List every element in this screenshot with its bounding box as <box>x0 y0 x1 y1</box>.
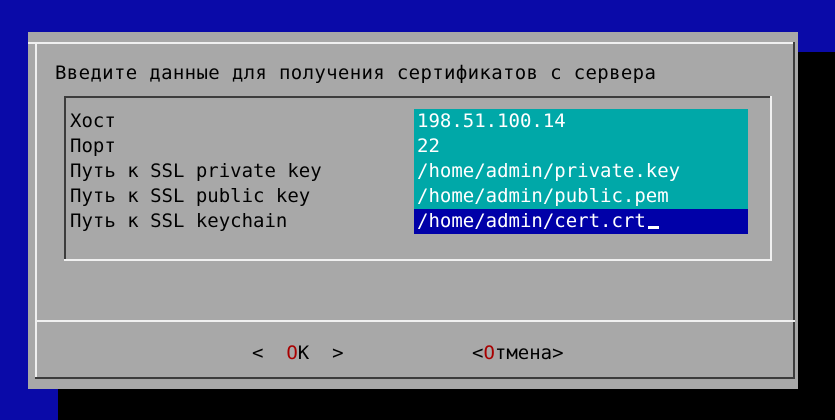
ok-button-bracket-left: < <box>252 342 287 364</box>
dialog-frame-left <box>35 42 37 379</box>
ok-button-label: K <box>297 342 310 364</box>
dialog-prompt: Введите данные для получения сертификато… <box>55 62 657 84</box>
button-bar: < OK > <Отмена> <box>28 332 798 372</box>
public-key-label: Путь к SSL public key <box>70 185 311 207</box>
form-row-keychain: Путь к SSL keychain /home/admin/cert.crt <box>64 209 772 234</box>
host-label: Хост <box>70 110 116 132</box>
dialog-frame-bottom <box>35 377 795 379</box>
text-cursor <box>647 226 659 229</box>
form-row-host: Хост 198.51.100.14 <box>64 109 772 134</box>
form-frame-top <box>64 96 772 98</box>
keychain-field[interactable]: /home/admin/cert.crt <box>414 209 748 234</box>
public-key-field[interactable]: /home/admin/public.pem <box>414 184 748 209</box>
keychain-field-value: /home/admin/cert.crt <box>417 210 646 232</box>
port-label: Порт <box>70 135 116 157</box>
ok-button-bracket-right: > <box>309 342 344 364</box>
dialog: Введите данные для получения сертификато… <box>28 32 798 389</box>
cancel-button-bracket-left: < <box>472 342 484 364</box>
cancel-button-label: тмена <box>494 342 553 364</box>
port-field[interactable]: 22 <box>414 134 748 159</box>
ok-button[interactable]: < OK > <box>252 341 344 366</box>
private-key-field[interactable]: /home/admin/private.key <box>414 159 748 184</box>
dialog-frame-top <box>28 42 795 44</box>
button-separator <box>35 320 795 322</box>
ok-button-hotkey: O <box>286 342 298 364</box>
form-row-public-key: Путь к SSL public key /home/admin/public… <box>64 184 772 209</box>
form-frame-bottom <box>64 259 772 261</box>
private-key-label: Путь к SSL private key <box>70 160 322 182</box>
cancel-button-hotkey: О <box>483 342 495 364</box>
keychain-label: Путь к SSL keychain <box>70 210 288 232</box>
dialog-frame-right <box>793 42 795 379</box>
cancel-button[interactable]: <Отмена> <box>472 341 564 366</box>
cancel-button-bracket-right: > <box>552 342 564 364</box>
form-row-port: Порт 22 <box>64 134 772 159</box>
form-box: Хост 198.51.100.14 Порт 22 Путь к SSL pr… <box>64 96 772 261</box>
host-field[interactable]: 198.51.100.14 <box>414 109 748 134</box>
form-row-private-key: Путь к SSL private key /home/admin/priva… <box>64 159 772 184</box>
